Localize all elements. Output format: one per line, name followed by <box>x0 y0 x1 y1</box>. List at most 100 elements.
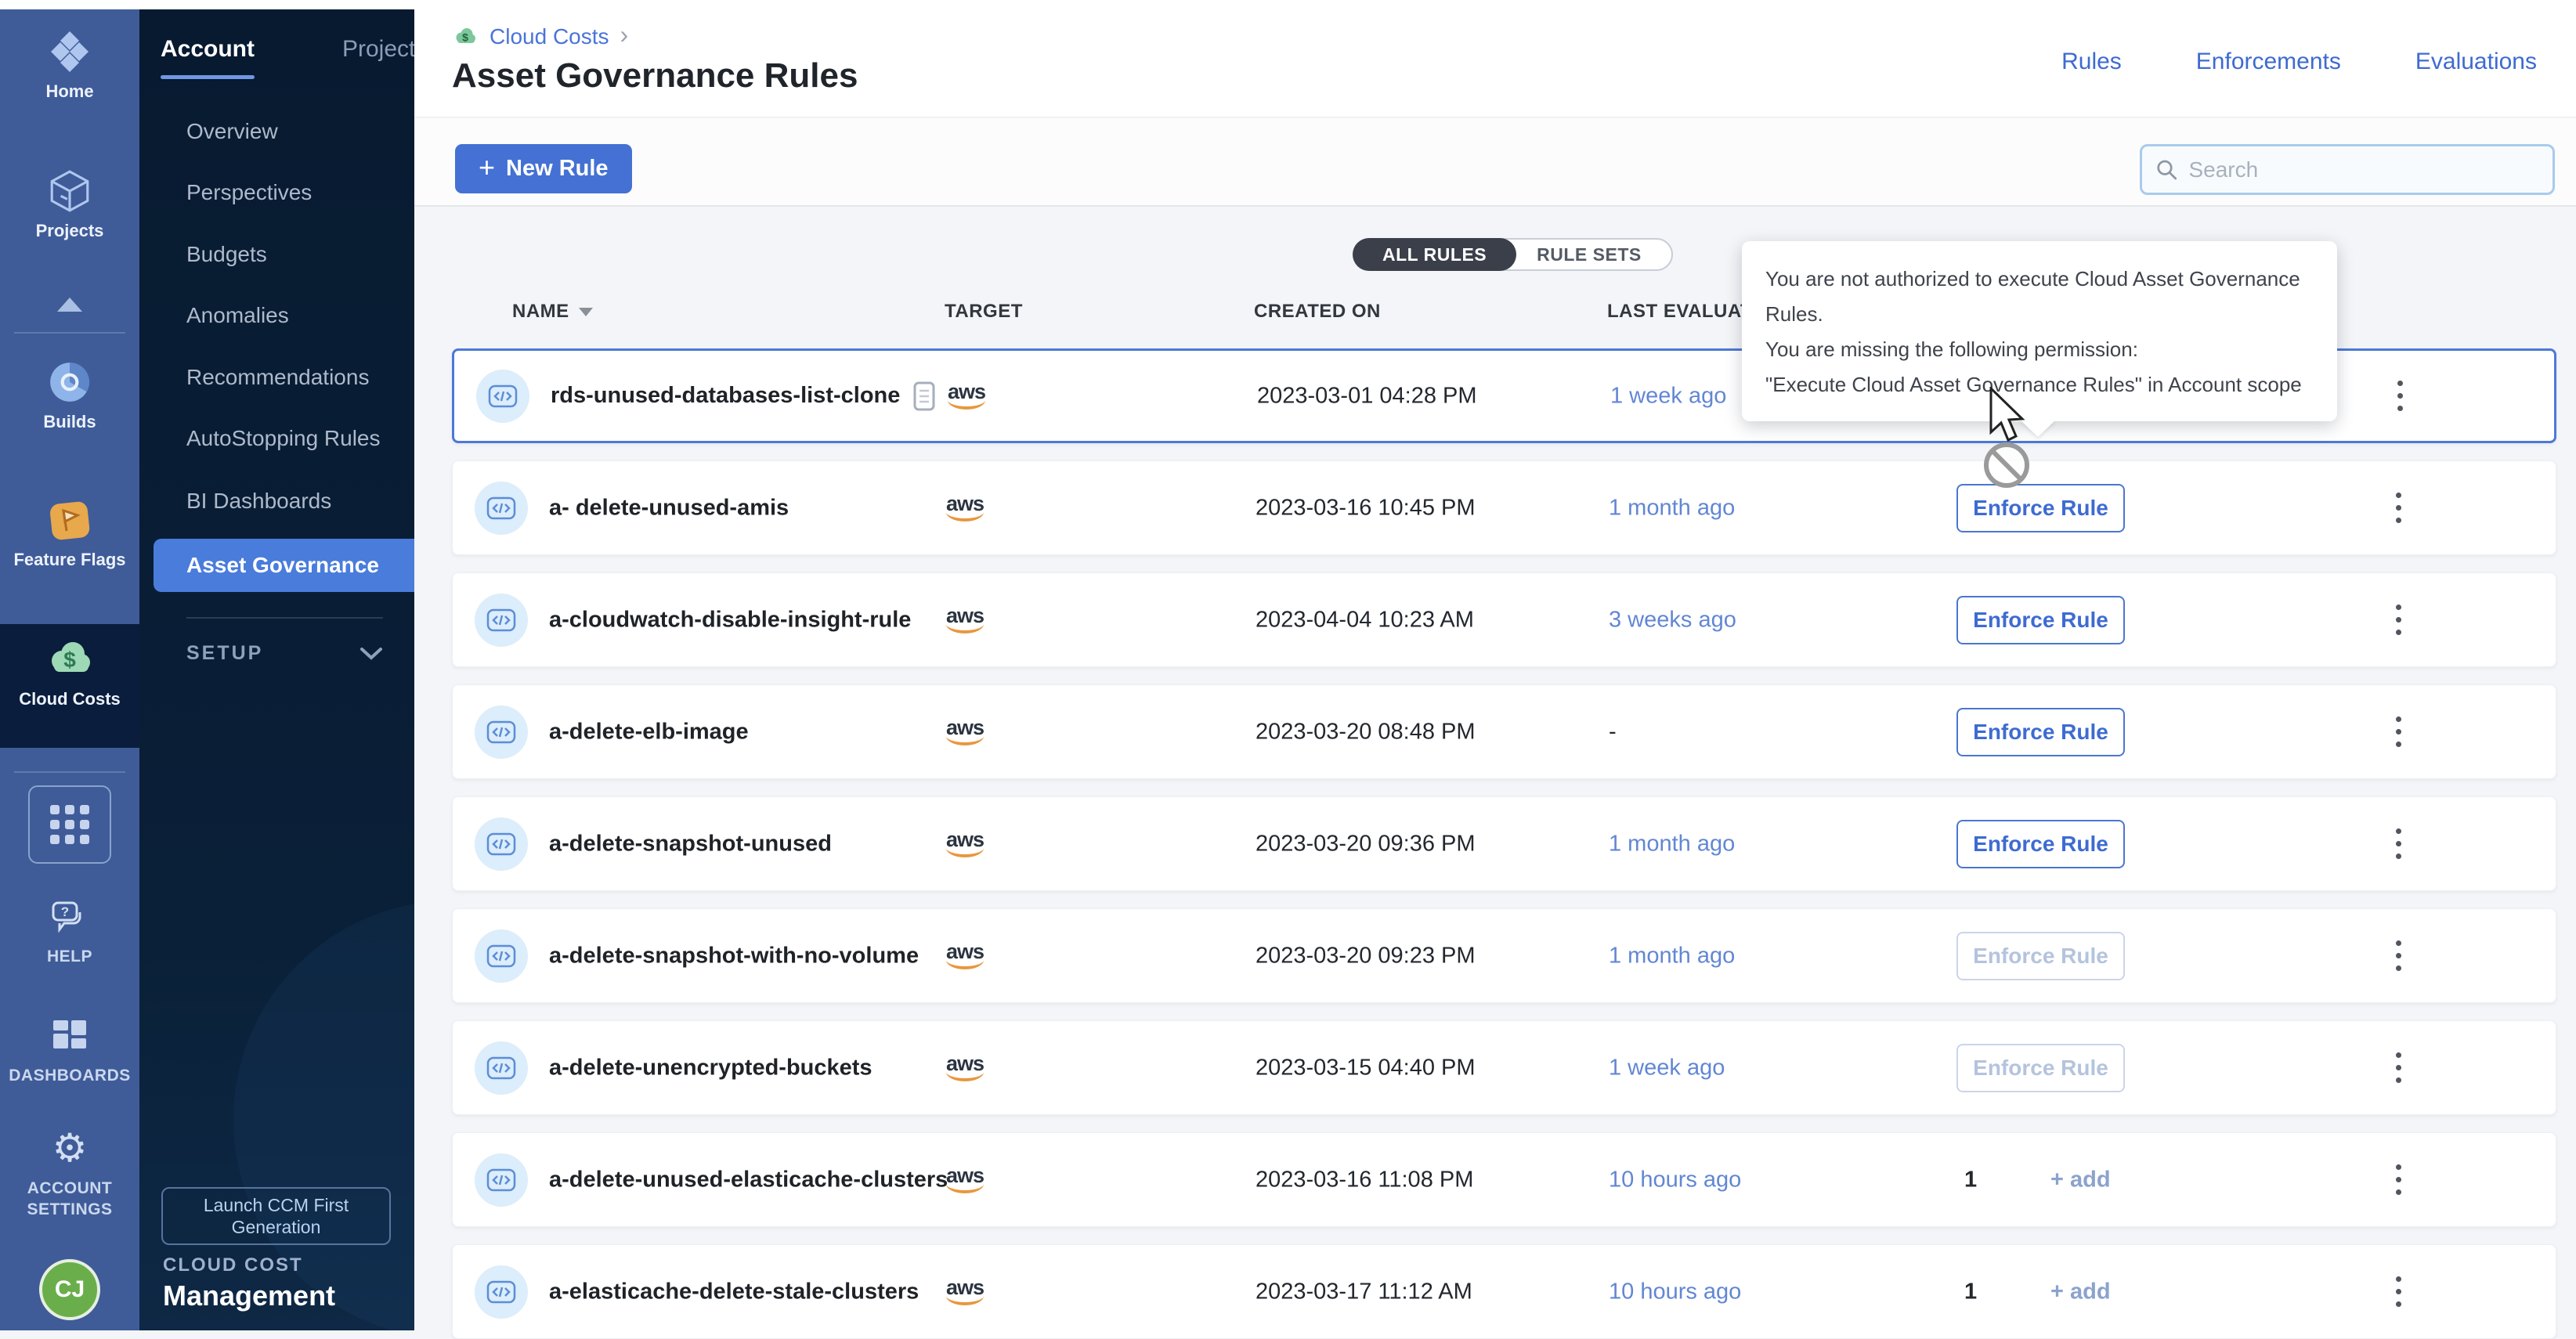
copy-icon[interactable] <box>912 381 936 412</box>
rail-item-label: Cloud Costs <box>0 689 139 709</box>
rail-divider <box>14 771 125 773</box>
rule-name[interactable]: a-elasticache-delete-stale-clusters <box>549 1279 919 1305</box>
module-rail: Home Projects Builds <box>0 0 139 1330</box>
rule-name[interactable]: a- delete-unused-amis <box>549 495 789 521</box>
row-menu-button[interactable] <box>2383 1043 2414 1093</box>
rule-icon <box>475 929 528 983</box>
tooltip-line: You are missing the following permission… <box>1765 332 2314 367</box>
sidebar-item-autostopping-rules[interactable]: AutoStopping Rules <box>186 423 381 454</box>
add-enforcement-link[interactable]: + add <box>2050 1279 2111 1305</box>
created-on-value: 2023-03-20 09:36 PM <box>1255 831 1476 857</box>
aws-logo: aws <box>946 1279 984 1305</box>
rail-item-cloud-costs[interactable]: $ Cloud Costs <box>0 634 139 709</box>
last-evaluation-value[interactable]: 1 month ago <box>1609 831 1735 857</box>
aws-logo: aws <box>946 607 984 633</box>
rail-item-feature-flags[interactable]: Feature Flags <box>0 495 139 570</box>
table-row[interactable]: a-delete-snapshot-unused aws 2023-03-20 09… <box>452 796 2556 891</box>
enforcement-count[interactable]: 1 <box>1964 1167 1977 1193</box>
rule-name[interactable]: rds-unused-databases-list-clone <box>551 381 936 412</box>
rule-icon <box>475 706 528 759</box>
grid-icon <box>50 805 89 844</box>
table-row[interactable]: a- delete-unused-amisaws2023-03-16 10:45… <box>452 460 2556 555</box>
user-avatar[interactable]: CJ <box>39 1259 100 1320</box>
table-row[interactable]: a-delete-unused-elasticache-clustersaws2… <box>452 1132 2556 1227</box>
rail-item-dashboards[interactable]: DASHBOARDS <box>0 1012 139 1085</box>
enforce-rule-button[interactable]: Enforce Rule <box>1956 708 2125 756</box>
ccm-sidebar: Account Project Overview Perspectives Bu… <box>139 0 414 1330</box>
rail-item-account-settings[interactable]: ⚙ ACCOUNT SETTINGS <box>0 1123 139 1220</box>
table-row[interactable]: a-cloudwatch-disable-insight-ruleaws2023… <box>452 572 2556 667</box>
sidebar-item-bi-dashboards[interactable]: BI Dashboards <box>186 485 331 517</box>
svg-text:?: ? <box>61 904 69 919</box>
table-row[interactable]: a-delete-snapshot-with-no-volumeaws2023-… <box>452 908 2556 1003</box>
sidebar-item-anomalies[interactable]: Anomalies <box>186 300 289 331</box>
last-evaluation-value[interactable]: 10 hours ago <box>1609 1279 1741 1305</box>
rule-icon <box>475 1265 528 1319</box>
row-menu-button[interactable] <box>2383 1267 2414 1317</box>
tooltip-line: You are not authorized to execute Cloud … <box>1765 262 2314 332</box>
sidebar-divider <box>186 617 383 619</box>
aws-logo: aws <box>948 383 985 410</box>
rule-name[interactable]: a-delete-snapshot-with-no-volume <box>549 943 919 969</box>
rule-icon <box>475 817 528 871</box>
scope-tabs: Account Project <box>161 36 414 63</box>
rail-item-label: Projects <box>0 221 139 241</box>
rail-item-help[interactable]: ? HELP <box>0 893 139 966</box>
rail-item-builds[interactable]: Builds <box>0 357 139 432</box>
enforce-rule-button[interactable]: Enforce Rule <box>1956 596 2125 644</box>
setup-label: SETUP <box>186 642 263 665</box>
add-enforcement-link[interactable]: + add <box>2050 1167 2111 1193</box>
rail-item-home[interactable]: Home <box>0 27 139 102</box>
rule-name[interactable]: a-cloudwatch-disable-insight-rule <box>549 607 911 633</box>
created-on-value: 2023-03-16 11:08 PM <box>1255 1167 1473 1193</box>
setup-section-toggle[interactable]: SETUP <box>186 642 383 665</box>
last-evaluation-value[interactable]: 1 week ago <box>1610 383 1726 409</box>
row-menu-button[interactable] <box>2383 483 2414 533</box>
aws-logo: aws <box>946 1055 984 1081</box>
rule-name[interactable]: a-delete-unencrypted-buckets <box>549 1055 873 1081</box>
sidebar-item-perspectives[interactable]: Perspectives <box>186 177 312 208</box>
last-evaluation-value[interactable]: 3 weeks ago <box>1609 607 1736 633</box>
sidebar-item-budgets[interactable]: Budgets <box>186 239 267 270</box>
table-row[interactable]: a-elasticache-delete-stale-clustersaws20… <box>452 1244 2556 1339</box>
rules-toggle: ALL RULES RULE SETS <box>1353 238 1673 271</box>
table-row[interactable]: a-delete-elb-imageaws2023-03-20 08:48 PM… <box>452 684 2556 779</box>
rail-item-projects[interactable]: Projects <box>0 166 139 241</box>
rule-name[interactable]: a-delete-elb-image <box>549 719 749 745</box>
row-menu-button[interactable] <box>2383 1155 2414 1205</box>
last-evaluation-value[interactable]: 1 month ago <box>1609 943 1735 969</box>
launch-ccm-first-gen-button[interactable]: Launch CCM First Generation <box>161 1187 391 1245</box>
row-menu-button[interactable] <box>2384 371 2415 421</box>
aws-logo: aws <box>946 495 984 522</box>
rule-name[interactable]: a-delete-snapshot-unused <box>549 831 832 857</box>
last-evaluation-value[interactable]: 1 week ago <box>1609 1055 1725 1081</box>
created-on-value: 2023-03-01 04:28 PM <box>1257 383 1477 409</box>
enforce-rule-button[interactable]: Enforce Rule <box>1956 1044 2125 1092</box>
chevron-up-icon <box>57 298 82 312</box>
tab-account[interactable]: Account <box>161 36 255 63</box>
module-picker-button[interactable] <box>28 785 111 864</box>
chevron-down-icon <box>359 647 383 661</box>
toggle-rule-sets[interactable]: RULE SETS <box>1490 238 1673 271</box>
cloud-costs-icon: $ <box>0 634 139 684</box>
sidebar-item-recommendations[interactable]: Recommendations <box>186 362 369 393</box>
row-menu-button[interactable] <box>2383 707 2414 757</box>
enforce-rule-button[interactable]: Enforce Rule <box>1956 932 2125 980</box>
sidebar-item-overview[interactable]: Overview <box>186 116 278 147</box>
row-menu-button[interactable] <box>2383 931 2414 981</box>
row-menu-button[interactable] <box>2383 595 2414 645</box>
toggle-all-rules[interactable]: ALL RULES <box>1353 238 1516 271</box>
row-menu-button[interactable] <box>2383 819 2414 869</box>
tab-project[interactable]: Project <box>342 36 414 63</box>
dashboards-icon <box>0 1012 139 1062</box>
enforcement-count[interactable]: 1 <box>1964 1279 1977 1305</box>
created-on-value: 2023-03-20 09:23 PM <box>1255 943 1476 969</box>
rail-scroll-up[interactable] <box>0 298 139 312</box>
enforce-rule-button[interactable]: Enforce Rule <box>1956 820 2125 868</box>
aws-logo: aws <box>946 831 984 857</box>
sidebar-item-asset-governance[interactable]: Asset Governance <box>186 550 379 581</box>
table-row[interactable]: a-delete-unencrypted-bucketsaws2023-03-1… <box>452 1020 2556 1115</box>
last-evaluation-value[interactable]: 10 hours ago <box>1609 1167 1741 1193</box>
rule-name[interactable]: a-delete-unused-elasticache-clusters <box>549 1167 948 1193</box>
last-evaluation-value[interactable]: 1 month ago <box>1609 495 1735 521</box>
